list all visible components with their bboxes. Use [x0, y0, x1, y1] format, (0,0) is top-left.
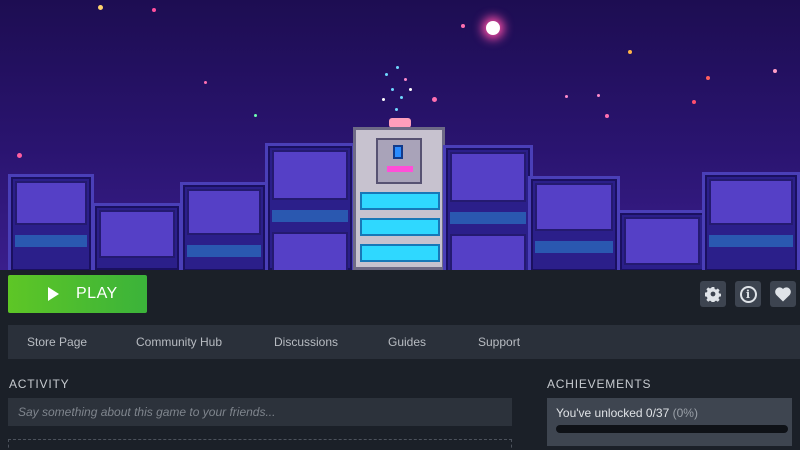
achievements-unlocked-text: You've unlocked 0/37: [556, 406, 670, 420]
activity-feed-area: [8, 439, 512, 450]
server-block: [617, 210, 707, 270]
activity-input[interactable]: [8, 398, 512, 426]
server-stripe: [187, 245, 261, 257]
info-icon: i: [739, 285, 757, 303]
server-screen: [450, 152, 526, 202]
settings-button[interactable]: [700, 281, 726, 307]
star-decoration: [605, 114, 609, 118]
star-decoration: [628, 50, 632, 54]
machine-chip: [393, 145, 403, 159]
server-stripe: [272, 210, 348, 222]
server-screen: [535, 183, 613, 231]
heart-icon: [775, 286, 791, 301]
machine-light: [387, 166, 413, 172]
sparkle-decoration: [382, 98, 385, 101]
server-stripe: [450, 212, 526, 224]
sparkle-decoration: [409, 88, 412, 91]
server-block: [92, 203, 182, 270]
machine-display: [360, 218, 440, 236]
server-screen: [272, 150, 348, 200]
machine-display: [360, 244, 440, 262]
star-decoration: [597, 94, 600, 97]
play-button[interactable]: PLAY: [8, 275, 147, 313]
server-screen: [450, 234, 526, 270]
star-decoration: [204, 81, 207, 84]
server-screen: [99, 210, 175, 258]
star-decoration: [692, 100, 696, 104]
server-block: [528, 176, 620, 270]
star-decoration: [152, 8, 156, 12]
activity-title: ACTIVITY: [9, 377, 70, 391]
nav-support[interactable]: Support: [478, 325, 520, 359]
server-block: [8, 174, 94, 270]
star-decoration: [565, 95, 568, 98]
server-stripe: [709, 235, 793, 247]
nav-store-page[interactable]: Store Page: [27, 325, 87, 359]
achievements-title: ACHIEVEMENTS: [547, 377, 652, 391]
favorite-button[interactable]: [770, 281, 796, 307]
star-decoration: [706, 76, 710, 80]
server-screen: [272, 232, 348, 270]
server-block: [265, 143, 355, 270]
gear-icon: [705, 287, 721, 302]
server-screen: [187, 189, 261, 235]
sparkle-decoration: [395, 108, 398, 111]
info-button[interactable]: i: [735, 281, 761, 307]
sparkle-decoration: [396, 66, 399, 69]
server-screen: [624, 217, 700, 265]
play-label: PLAY: [76, 285, 118, 302]
sparkle-decoration: [385, 73, 388, 76]
machine-panel: [376, 138, 422, 184]
nav-community-hub[interactable]: Community Hub: [136, 325, 222, 359]
server-screen: [709, 179, 793, 225]
star-decoration: [461, 24, 465, 28]
achievements-summary: You've unlocked 0/37 (0%): [556, 406, 698, 420]
star-decoration: [773, 69, 777, 73]
star-decoration: [486, 21, 500, 35]
sparkle-decoration: [404, 78, 407, 81]
play-icon: [48, 287, 59, 301]
game-hero-banner: [0, 0, 800, 270]
star-decoration: [254, 114, 257, 117]
star-decoration: [17, 153, 22, 158]
server-block: [180, 182, 268, 270]
server-stripe: [15, 235, 87, 247]
nav-discussions[interactable]: Discussions: [274, 325, 338, 359]
server-block: [443, 145, 533, 270]
star-decoration: [98, 5, 103, 10]
server-block: [702, 172, 800, 270]
sparkle-decoration: [391, 88, 394, 91]
star-decoration: [432, 97, 437, 102]
achievements-card[interactable]: You've unlocked 0/37 (0%): [547, 398, 792, 446]
game-nav-bar: Store Page Community Hub Discussions Gui…: [8, 325, 800, 359]
central-machine: [353, 127, 445, 270]
server-screen: [15, 181, 87, 225]
machine-display: [360, 192, 440, 210]
nav-guides[interactable]: Guides: [388, 325, 426, 359]
server-stripe: [535, 241, 613, 253]
achievements-percent: (0%): [672, 406, 698, 420]
achievements-progress-bar: [556, 425, 788, 433]
sparkle-decoration: [400, 96, 403, 99]
